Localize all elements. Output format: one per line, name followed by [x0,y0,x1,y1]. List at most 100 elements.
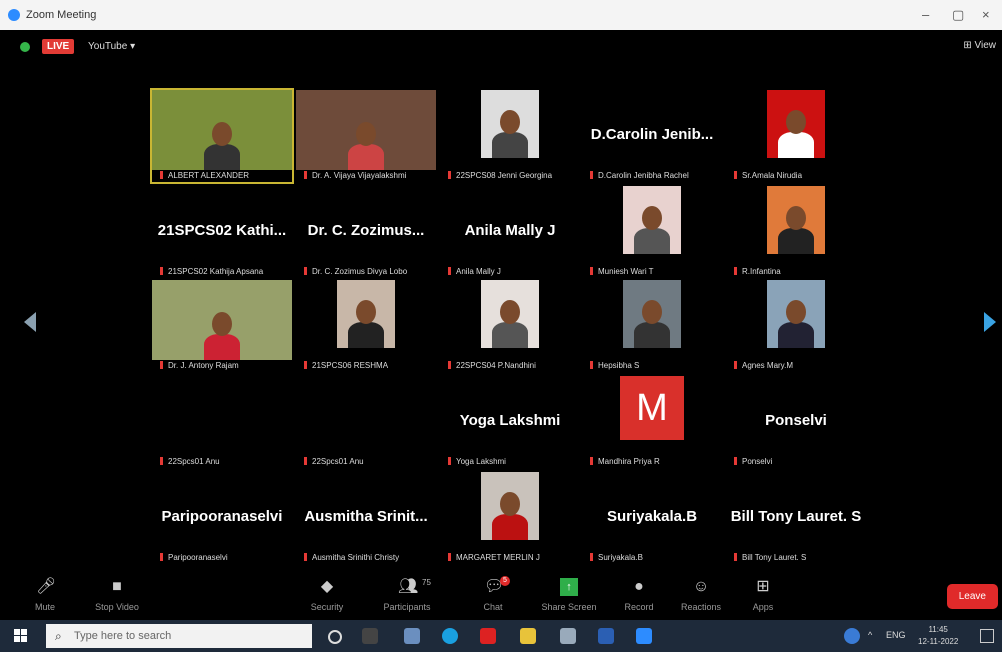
next-page-arrow-icon[interactable] [984,312,996,332]
taskbar-search-input[interactable]: ⌕ Type here to search [46,624,312,648]
participant-video [481,280,539,348]
participants-button[interactable]: 👥︎ Participants 75 [372,572,442,620]
participant-name: Mandhira Priya R [598,457,660,466]
youtube-dropdown[interactable]: YouTube ▾ [88,41,135,52]
zoom-taskbar-icon[interactable] [636,628,652,644]
participant-tile[interactable]: ALBERT ALEXANDER [150,88,294,184]
chat-label: Chat [483,602,503,612]
view-button[interactable]: ⊞ View [963,40,996,51]
participant-tile[interactable]: 22Spcs01 Anu [296,376,436,468]
participant-name: Hepsibha S [598,361,640,370]
share-screen-button[interactable]: ↑ Share Screen [534,572,604,620]
participant-tile[interactable]: Sr.Amala Nirudia [726,90,866,182]
minimize-button[interactable]: – [922,7,929,22]
clock-date: 12-11-2022 [918,637,959,646]
windows-start-icon[interactable] [14,629,28,643]
participant-video [623,186,681,254]
user-avatar-icon[interactable] [844,628,860,644]
clock-time: 11:45 [928,625,948,634]
participant-name: Dr. J. Antony Rajam [168,361,239,370]
participant-video [337,280,395,348]
participant-name: Agnes Mary.M [742,361,793,370]
windows-taskbar: ⌕ Type here to search ^ ENG 11:45 12-11-… [0,620,1002,652]
participant-name: Ponselvi [742,457,773,466]
acrobat-icon[interactable] [480,628,496,644]
participant-name-caption: Yoga Lakshmi [448,457,506,466]
muted-mic-icon [160,267,163,275]
record-button[interactable]: ● Record [604,572,674,620]
task-view-icon[interactable] [362,628,378,644]
taskbar-clock[interactable]: 11:45 12-11-2022 [918,624,958,648]
participant-tile[interactable]: Hepsibha S [582,280,722,372]
participant-tile[interactable]: Ponselvi Ponselvi [726,376,866,468]
participant-video [767,90,825,158]
participant-tile[interactable]: 22Spcs01 Anu [152,376,292,468]
participant-name: 22Spcs01 Anu [168,457,220,466]
reactions-button[interactable]: ☺ Reactions [666,572,736,620]
leave-button[interactable]: Leave [946,584,998,609]
participant-name-caption: Hepsibha S [590,361,639,370]
muted-mic-icon [160,457,163,465]
participant-tile[interactable]: Paripooranaselvi Paripooranaselvi [152,472,292,564]
participant-tile[interactable]: Bill Tony Lauret. S Bill Tony Lauret. S [726,472,866,564]
participant-tile[interactable]: Anila Mally J Anila Mally J [440,186,580,278]
participant-name-caption: Bill Tony Lauret. S [734,553,806,562]
window-title-bar: Zoom Meeting – ▢ × [0,0,1002,30]
participant-display-name: Dr. C. Zozimus... [307,222,425,239]
participant-tile[interactable]: D.Carolin Jenib... D.Carolin Jenibha Rach… [582,90,722,182]
participant-tile[interactable]: 22SPCS04 P.Nandhini [440,280,580,372]
participant-name-caption: 21SPCS06 RESHMA [304,361,388,370]
notepad-icon[interactable] [560,628,576,644]
participant-name: MARGARET MERLIN J [456,553,540,562]
participant-name-caption: 22Spcs01 Anu [160,457,220,466]
participant-tile[interactable]: Dr. A. Vijaya Vijayalakshmi [296,90,436,182]
participant-tile[interactable]: 22SPCS08 Jenni Georgina [440,90,580,182]
participant-tile[interactable]: Yoga Lakshmi Yoga Lakshmi [440,376,580,468]
security-shield-icon[interactable] [20,42,30,52]
close-button[interactable]: × [982,7,990,22]
participant-tile[interactable]: Muniesh Wari T [582,186,722,278]
participant-display-name: Anila Mally J [464,222,556,239]
word-icon[interactable] [598,628,614,644]
participant-name-caption: Agnes Mary.M [734,361,793,370]
participant-name-caption: 22SPCS04 P.Nandhini [448,361,536,370]
participant-name-caption: Paripooranaselvi [160,553,228,562]
share-screen-icon: ↑ [560,578,578,596]
participant-display-name: 21SPCS02 Kathi... [157,222,287,239]
tray-chevron-icon[interactable]: ^ [868,630,872,640]
reactions-label: Reactions [680,602,722,612]
mute-button[interactable]: 🎤︎ Mute [10,572,80,620]
stop-video-button[interactable]: ■ Stop Video [82,572,152,620]
photos-icon[interactable] [404,628,420,644]
notifications-icon[interactable] [980,629,994,643]
participant-name: Muniesh Wari T [598,267,654,276]
search-icon: ⌕ [55,629,62,643]
edge-browser-icon[interactable] [442,628,458,644]
participant-tile[interactable]: 21SPCS02 Kathi... 21SPCS02 Kathija Apsana [152,186,292,278]
security-button[interactable]: ◆ Security [292,572,362,620]
live-badge[interactable]: LIVE [42,39,75,54]
apps-button[interactable]: ⊞ Apps [728,572,798,620]
participant-tile[interactable]: M Mandhira Priya R [582,376,722,468]
participant-tile[interactable]: Dr. J. Antony Rajam [152,280,292,372]
previous-page-arrow-icon[interactable] [24,312,36,332]
participant-tile[interactable]: MARGARET MERLIN J [440,472,580,564]
chat-button[interactable]: 💬︎ Chat 5 [458,572,528,620]
participants-label: Participants [383,602,431,612]
participant-tile[interactable]: 21SPCS06 RESHMA [296,280,436,372]
participant-tile[interactable]: R.Infantina [726,186,866,278]
participant-tile[interactable]: Agnes Mary.M [726,280,866,372]
participant-tile[interactable]: Dr. C. Zozimus... Dr. C. Zozimus Divya Lo… [296,186,436,278]
participant-name-caption: D.Carolin Jenibha Rachel [590,171,689,180]
participant-tile[interactable]: Suriyakala.B Suriyakala.B [582,472,722,564]
participant-name-caption: ALBERT ALEXANDER [160,171,249,180]
participant-name: Dr. A. Vijaya Vijayalakshmi [312,171,407,180]
store-icon[interactable] [520,628,536,644]
participant-name: Sr.Amala Nirudia [742,171,803,180]
participant-name: ALBERT ALEXANDER [168,171,250,180]
participant-tile[interactable]: Ausmitha Srinit... Ausmitha Srinithi Chri… [296,472,436,564]
cortana-icon[interactable] [328,630,342,644]
participant-name: Ausmitha Srinithi Christy [312,553,400,562]
language-indicator[interactable]: ENG [886,630,906,640]
maximize-button[interactable]: ▢ [952,7,964,23]
